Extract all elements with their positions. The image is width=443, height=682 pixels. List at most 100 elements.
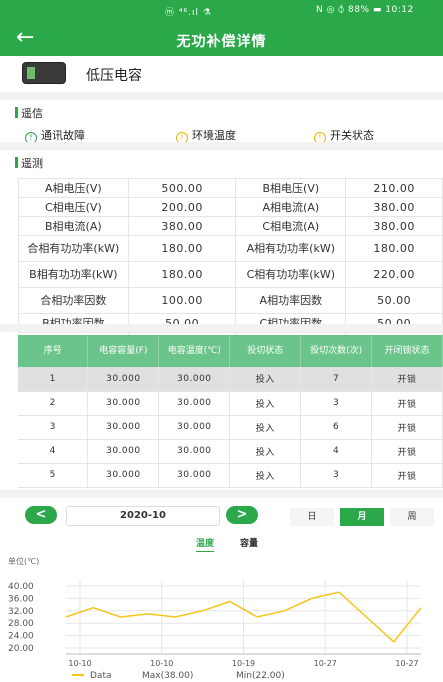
telemetry-label: B相电压(V)	[235, 178, 347, 198]
table-cell: 2	[18, 391, 89, 416]
telemetry-value: 200.00	[127, 197, 237, 217]
telemetry-row: 合相有功功率(kW) 180.00 A相有功功率(kW) 180.00	[18, 235, 443, 262]
table-cell: 30.000	[87, 439, 160, 464]
telemetry-value: 380.00	[127, 216, 237, 236]
column-header: 序号	[18, 335, 89, 367]
segment-day[interactable]: 日	[290, 508, 334, 526]
telemetry-row: C相电压(V) 200.00 A相电流(A) 380.00	[18, 197, 443, 217]
table-row[interactable]: 3 30.000 30.000 投入 6 开锁	[18, 415, 443, 440]
table-cell: 30.000	[158, 367, 231, 392]
prev-period-button[interactable]: <	[25, 506, 57, 524]
table-cell: 30.000	[87, 391, 160, 416]
telemetry-value: 220.00	[345, 261, 443, 288]
table-cell: 开锁	[371, 415, 443, 440]
telemetry-row: B相电流(A) 380.00 C相电流(A) 380.00	[18, 216, 443, 236]
column-header: 电容温度(℃)	[158, 335, 231, 367]
tab-temperature[interactable]: 温度	[196, 536, 215, 552]
y-tick-label: 20.00	[8, 644, 34, 654]
legend-series: Data	[90, 671, 112, 681]
table-row[interactable]: 4 30.000 30.000 投入 4 开锁	[18, 439, 443, 464]
telemetry-label: C相电流(A)	[235, 216, 347, 236]
chart-tabs: 温度 容量	[0, 536, 443, 552]
table-cell: 4	[300, 439, 373, 464]
table-cell: 开锁	[371, 367, 443, 392]
temperature-chart: 40.00 36.00 32.00 28.00 24.00 20.00 10-10 10-1…	[8, 580, 422, 681]
telemetry-label: 合相功率因数	[18, 287, 129, 314]
segment-week[interactable]: 周	[390, 508, 434, 526]
telemetry-value: 500.00	[127, 178, 237, 198]
table-cell: 投入	[229, 439, 302, 464]
divider	[0, 92, 443, 100]
telemetry-label: B相有功功率(kW)	[18, 261, 129, 288]
telemetry-value: 380.00	[345, 216, 443, 236]
y-tick-label: 28.00	[8, 619, 34, 629]
legend-max: Max(38.00)	[142, 671, 193, 681]
telemetry-row: A相电压(V) 500.00 B相电压(V) 210.00	[18, 178, 443, 198]
table-cell: 30.000	[158, 439, 231, 464]
next-period-button[interactable]: >	[226, 506, 258, 524]
column-header: 电容容量(F)	[87, 335, 160, 367]
table-cell: 开锁	[371, 391, 443, 416]
status-right: N ◎ ⦽ 88% ▬ 10:12	[316, 5, 414, 15]
capacitor-table: 序号 电容容量(F) 电容温度(℃) 投切状态 投切次数(次) 开闭锁状态 1 30.000…	[18, 335, 443, 488]
date-picker: < 2020-10 > 日 月 周	[0, 506, 443, 526]
telemetry-value: 180.00	[127, 261, 237, 288]
telemetry-label: A相电压(V)	[18, 178, 129, 198]
table-cell: 30.000	[158, 415, 231, 440]
status-bar: ⓜ ⁴⁶.ıl ⚗ N ◎ ⦽ 88% ▬ 10:12	[0, 0, 443, 22]
y-tick-label: 24.00	[8, 632, 34, 642]
table-cell: 开锁	[371, 463, 443, 488]
y-tick-label: 32.00	[8, 607, 34, 617]
table-cell: 投入	[229, 463, 302, 488]
device-name: 低压电容	[86, 68, 142, 84]
divider	[0, 490, 443, 498]
x-tick-label: 10-19	[232, 659, 255, 668]
y-tick-label: 40.00	[8, 582, 34, 592]
table-cell: 7	[300, 367, 373, 392]
table-cell: 投入	[229, 391, 302, 416]
table-cell: 30.000	[158, 391, 231, 416]
table-cell: 30.000	[158, 463, 231, 488]
column-header: 投切状态	[229, 335, 302, 367]
page-title: 无功补偿详情	[176, 34, 267, 50]
capacitor-icon	[22, 62, 66, 84]
table-cell: 1	[18, 367, 89, 392]
column-header: 开闭锁状态	[371, 335, 443, 367]
x-tick-label: 10-10	[150, 659, 173, 668]
telemetry-label: A相电流(A)	[235, 197, 347, 217]
x-tick-label: 10-27	[314, 659, 337, 668]
table-cell: 3	[300, 463, 373, 488]
segment-month[interactable]: 月	[340, 508, 384, 526]
telemetry-value: 210.00	[345, 178, 443, 198]
table-cell: 30.000	[87, 367, 160, 392]
table-cell: 4	[18, 439, 89, 464]
column-header: 投切次数(次)	[300, 335, 373, 367]
telemetry-label: B相电流(A)	[18, 216, 129, 236]
telemetry-value: 50.00	[345, 287, 443, 314]
telemetry-value: 180.00	[345, 235, 443, 262]
legend-min: Min(22.00)	[236, 671, 285, 681]
telemetry-label: A相功率因数	[235, 287, 347, 314]
chart-unit-label: 单位(℃)	[8, 557, 40, 566]
table-row[interactable]: 2 30.000 30.000 投入 3 开锁	[18, 391, 443, 416]
table-cell: 30.000	[87, 463, 160, 488]
table-cell: 5	[18, 463, 89, 488]
x-tick-label: 10-27	[395, 659, 418, 668]
table-cell: 投入	[229, 415, 302, 440]
telemetry-row: 合相功率因数 100.00 A相功率因数 50.00	[18, 287, 443, 314]
date-field[interactable]: 2020-10	[66, 506, 220, 526]
table-cell: 开锁	[371, 439, 443, 464]
table-cell: 3	[18, 415, 89, 440]
nav-bar: ← 无功补偿详情	[0, 22, 443, 56]
table-row[interactable]: 1 30.000 30.000 投入 7 开锁	[18, 367, 443, 392]
telemetry-label: C相有功功率(kW)	[235, 261, 347, 288]
remote-signal-title: 遥信	[15, 105, 43, 121]
tab-capacity[interactable]: 容量	[240, 536, 258, 549]
telemetry-value: 180.00	[127, 235, 237, 262]
x-tick-label: 10-10	[68, 659, 91, 668]
divider	[0, 142, 443, 150]
table-cell: 3	[300, 391, 373, 416]
telemetry-label: C相电压(V)	[18, 197, 129, 217]
table-row[interactable]: 5 30.000 30.000 投入 3 开锁	[18, 463, 443, 488]
telemetry-title: 遥测	[15, 155, 43, 171]
